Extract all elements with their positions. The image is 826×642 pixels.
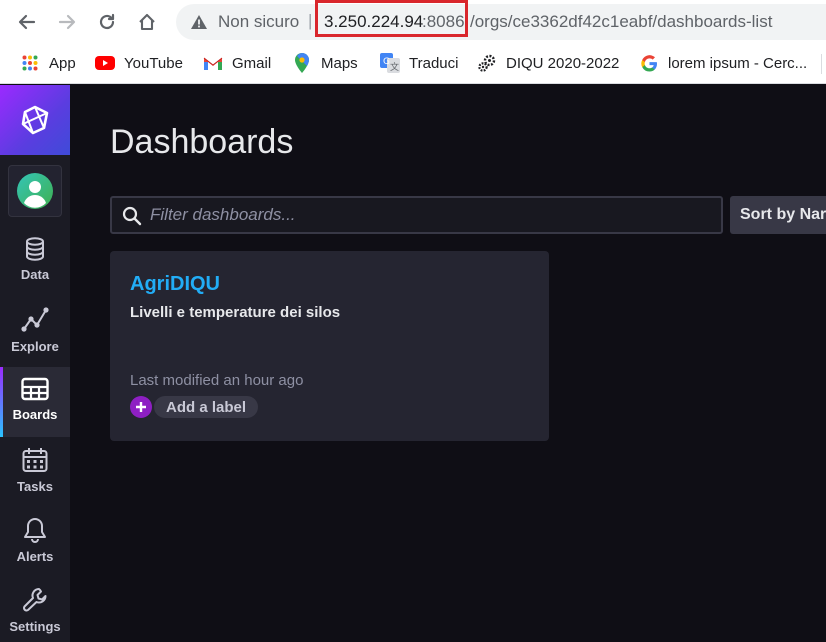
active-indicator (0, 367, 3, 437)
bookmark-label: Maps (321, 54, 358, 72)
arrow-left-icon (18, 14, 36, 30)
nav-settings[interactable]: Settings (0, 577, 70, 642)
wrench-icon (23, 588, 47, 612)
nav-boards[interactable]: Boards (0, 367, 70, 437)
add-label-button[interactable]: Add a label (130, 396, 259, 418)
bookmark-label: App (49, 54, 76, 72)
filter-box[interactable] (110, 196, 723, 234)
influxdb-logo[interactable] (0, 85, 70, 155)
nav-label: Data (20, 267, 50, 282)
nav-tasks[interactable]: Tasks (0, 437, 70, 507)
apps-grid-icon (20, 53, 40, 73)
bookmark-label: DIQU 2020-2022 (506, 54, 620, 72)
svg-text:G: G (383, 57, 390, 67)
arrow-right-icon (58, 14, 76, 30)
page-title: Dashboards (110, 123, 294, 161)
dashboard-name-link[interactable]: AgriDIQU (130, 273, 220, 296)
reload-button[interactable] (94, 9, 120, 35)
user-avatar-button[interactable] (8, 165, 62, 217)
security-status[interactable]: Non sicuro (218, 12, 299, 32)
avatar-icon (17, 173, 53, 209)
calendar-icon (22, 448, 48, 472)
dashboard-icon (21, 377, 49, 401)
url-separator: | (308, 11, 313, 30)
bookmark-label: Gmail (232, 54, 272, 72)
address-bar[interactable]: Non sicuro | 3.250.224.94 :8086 /orgs/ce… (176, 0, 826, 40)
bookmark-app[interactable]: App (20, 53, 76, 73)
filter-dashboards-input[interactable] (150, 198, 710, 232)
bookmarks-bar: App YouTube Gmail Maps G文 Traduci DIQU 2… (0, 44, 826, 84)
dashboard-card: AgriDIQU Livelli e temperature dei silos… (110, 251, 549, 441)
nav-explore[interactable]: Explore (0, 297, 70, 367)
bookmark-gmail[interactable]: Gmail (203, 53, 271, 73)
bookmark-youtube[interactable]: YouTube (95, 53, 183, 73)
bookmark-lorem-ipsum[interactable]: lorem ipsum - Cerc... (639, 53, 807, 73)
nav-data[interactable]: Data (0, 227, 70, 297)
graph-icon (21, 307, 49, 332)
home-icon (139, 13, 155, 31)
sort-label: Sort by Nar (740, 206, 826, 223)
search-icon (122, 206, 142, 226)
sort-dropdown[interactable]: Sort by Nar (730, 196, 826, 234)
nav-label: Tasks (17, 479, 53, 494)
nav-alerts[interactable]: Alerts (0, 507, 70, 577)
bookmark-label: YouTube (124, 54, 183, 72)
url-path: /orgs/ce3362df42c1eabf/dashboards-list (470, 12, 773, 31)
bookmark-label: lorem ipsum - Cerc... (668, 54, 808, 72)
nav-label: Settings (9, 619, 61, 634)
translate-icon: G文 (380, 53, 400, 73)
gmail-icon (203, 53, 223, 73)
bell-icon (24, 518, 46, 543)
bookmark-maps[interactable]: Maps (292, 53, 358, 73)
nav-label: Boards (12, 407, 58, 422)
bookmark-diqu[interactable]: DIQU 2020-2022 (477, 53, 619, 73)
bookmarks-divider (821, 54, 822, 74)
home-button[interactable] (134, 9, 160, 35)
nav-label: Explore (11, 339, 59, 354)
nav-label: Alerts (16, 549, 54, 564)
add-label-pill[interactable]: Add a label (154, 396, 259, 418)
plus-icon[interactable] (130, 396, 152, 418)
bookmark-label: Traduci (409, 54, 459, 72)
url-highlight-box (315, 0, 468, 37)
dashboard-description[interactable]: Livelli e temperature dei silos (130, 304, 340, 321)
maps-pin-icon (292, 53, 312, 73)
app-sidebar: Data Explore Boards Tasks Alerts Setting… (0, 85, 70, 642)
svg-text:文: 文 (390, 61, 399, 73)
forward-button[interactable] (54, 9, 80, 35)
bookmark-traduci[interactable]: G文 Traduci (380, 53, 458, 73)
youtube-icon (95, 53, 115, 73)
last-modified-text: Last modified an hour ago (130, 372, 304, 389)
back-button[interactable] (14, 9, 40, 35)
gears-icon (477, 53, 497, 73)
warning-icon (191, 15, 207, 29)
influx-logo-icon (21, 105, 49, 135)
google-icon (639, 53, 659, 73)
reload-icon (99, 13, 115, 30)
main-content: Dashboards Sort by Nar AgriDIQU Livelli … (70, 85, 826, 642)
database-icon (26, 237, 44, 261)
browser-toolbar: Non sicuro | 3.250.224.94 :8086 /orgs/ce… (0, 0, 826, 44)
